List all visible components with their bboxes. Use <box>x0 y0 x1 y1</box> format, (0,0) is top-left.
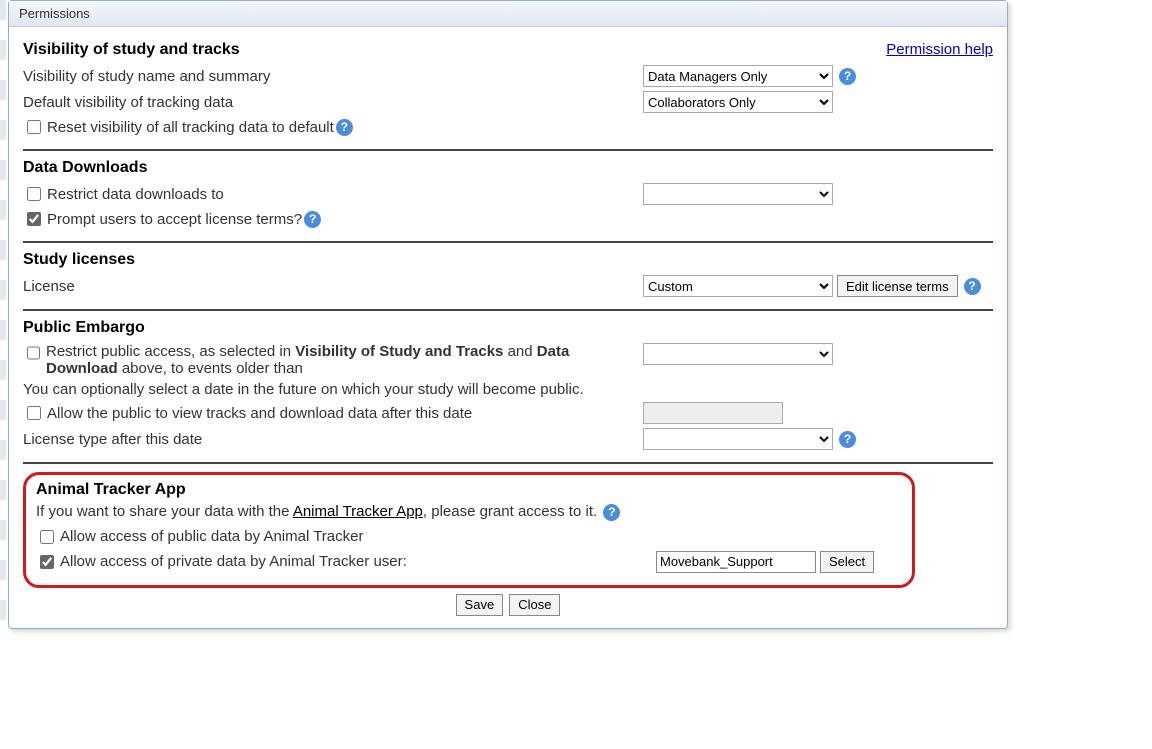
public-date-input <box>643 402 783 424</box>
visibility-name-summary-select[interactable]: Data Managers Only <box>643 65 833 87</box>
help-icon[interactable]: ? <box>336 119 353 136</box>
animal-heading: Animal Tracker App <box>36 481 902 499</box>
animal-public-checkbox[interactable] <box>40 530 54 544</box>
help-icon[interactable]: ? <box>839 68 856 85</box>
permission-help-link[interactable]: Permission help <box>886 41 993 58</box>
visibility-tracking-label: Default visibility of tracking data <box>23 94 233 111</box>
restrict-public-access-label: Restrict public access, as selected in V… <box>46 343 643 377</box>
restrict-downloads-checkbox[interactable] <box>27 187 41 201</box>
animal-tracker-app-link[interactable]: Animal Tracker App <box>293 503 423 520</box>
animal-intro: If you want to share your data with the … <box>36 503 902 521</box>
license-select[interactable]: Custom <box>643 275 833 297</box>
prompt-license-checkbox[interactable] <box>27 212 41 226</box>
left-edge-decoration <box>0 0 6 629</box>
animal-public-label: Allow access of public data by Animal Tr… <box>60 528 363 545</box>
restrict-downloads-select[interactable] <box>643 183 833 205</box>
animal-private-checkbox[interactable] <box>40 555 54 569</box>
animal-private-label: Allow access of private data by Animal T… <box>60 553 407 570</box>
window-title: Permissions <box>9 1 1007 27</box>
license-after-date-select[interactable] <box>643 428 833 450</box>
animal-private-user-input[interactable] <box>656 551 816 573</box>
downloads-heading: Data Downloads <box>23 159 993 177</box>
embargo-note: You can optionally select a date in the … <box>23 381 993 398</box>
help-icon[interactable]: ? <box>603 504 620 521</box>
prompt-license-label: Prompt users to accept license terms? <box>47 211 302 228</box>
license-label: License <box>23 278 75 295</box>
help-icon[interactable]: ? <box>304 211 321 228</box>
animal-select-user-button[interactable]: Select <box>820 551 874 573</box>
permissions-window: Permissions Visibility of study and trac… <box>8 0 1008 629</box>
reset-visibility-checkbox[interactable] <box>27 120 41 134</box>
visibility-name-summary-label: Visibility of study name and summary <box>23 68 270 85</box>
separator <box>23 309 993 311</box>
help-icon[interactable]: ? <box>964 278 981 295</box>
allow-public-after-date-label: Allow the public to view tracks and down… <box>47 405 472 422</box>
reset-visibility-label: Reset visibility of all tracking data to… <box>47 119 334 136</box>
separator <box>23 241 993 243</box>
allow-public-after-date-checkbox[interactable] <box>27 406 41 420</box>
embargo-age-select[interactable] <box>643 343 833 365</box>
close-button[interactable]: Close <box>509 594 560 616</box>
restrict-downloads-label: Restrict data downloads to <box>47 186 224 203</box>
separator <box>23 149 993 151</box>
edit-license-terms-button[interactable]: Edit license terms <box>837 275 958 297</box>
visibility-tracking-select[interactable]: Collaborators Only <box>643 91 833 113</box>
animal-tracker-highlight-box: Animal Tracker App If you want to share … <box>23 472 915 588</box>
separator <box>23 462 993 464</box>
licenses-heading: Study licenses <box>23 251 993 269</box>
restrict-public-access-checkbox[interactable] <box>27 346 40 360</box>
embargo-heading: Public Embargo <box>23 319 993 337</box>
help-icon[interactable]: ? <box>839 431 856 448</box>
save-button[interactable]: Save <box>456 594 504 616</box>
visibility-heading: Visibility of study and tracks <box>23 41 240 59</box>
license-after-date-label: License type after this date <box>23 431 202 448</box>
